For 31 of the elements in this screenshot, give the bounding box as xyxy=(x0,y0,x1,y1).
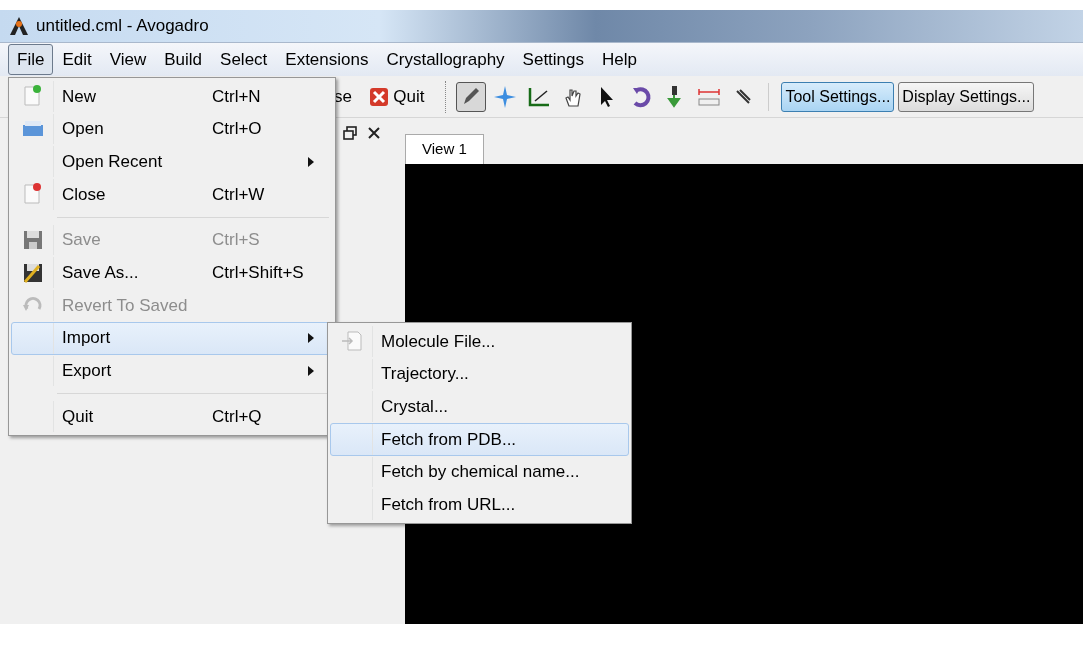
menu-entry[interactable]: Open Ctrl+O xyxy=(11,112,333,146)
tool-button[interactable] xyxy=(456,81,487,112)
menu-entry[interactable]: Fetch from PDB... xyxy=(330,423,629,456)
window-title: untitled.cml - Avogadro xyxy=(36,15,209,38)
app-logo-icon xyxy=(8,15,30,37)
view-tab[interactable]: View 1 xyxy=(405,134,484,164)
close-icon[interactable] xyxy=(367,126,381,140)
menu-item[interactable]: File xyxy=(8,43,54,76)
menu-item[interactable]: Build xyxy=(155,43,212,76)
float-icon[interactable] xyxy=(343,126,357,140)
menu-item[interactable]: Edit xyxy=(53,43,101,76)
menu-entry[interactable]: Save As... Ctrl+Shift+S xyxy=(11,256,333,290)
menu-item[interactable]: Extensions xyxy=(276,43,378,76)
menu-entry[interactable]: Fetch by chemical name... xyxy=(330,455,629,489)
menu-item[interactable]: Help xyxy=(593,43,646,76)
menu-item[interactable]: View xyxy=(100,43,156,76)
menu-entry[interactable]: Fetch from URL... xyxy=(330,488,629,522)
menu-entry[interactable]: Trajectory... xyxy=(330,357,629,391)
menu-entry[interactable]: New Ctrl+N xyxy=(11,80,333,113)
menu-entry[interactable]: Molecule File... xyxy=(330,325,629,358)
import-file-icon xyxy=(339,329,364,354)
menu-entry[interactable]: Open Recent xyxy=(11,145,333,179)
menu-entry[interactable]: Close Ctrl+W xyxy=(11,178,333,211)
settings-button[interactable]: Display Settings... xyxy=(898,81,1035,112)
menu-entry[interactable]: Crystal... xyxy=(330,390,629,424)
menu-item[interactable]: Settings xyxy=(513,43,594,76)
menu-item[interactable]: Select xyxy=(211,43,277,76)
settings-button[interactable]: Tool Settings... xyxy=(781,81,895,112)
quit-button[interactable]: Quit xyxy=(368,83,425,110)
close-icon xyxy=(368,86,389,107)
menu-item[interactable]: Crystallography xyxy=(377,43,514,76)
